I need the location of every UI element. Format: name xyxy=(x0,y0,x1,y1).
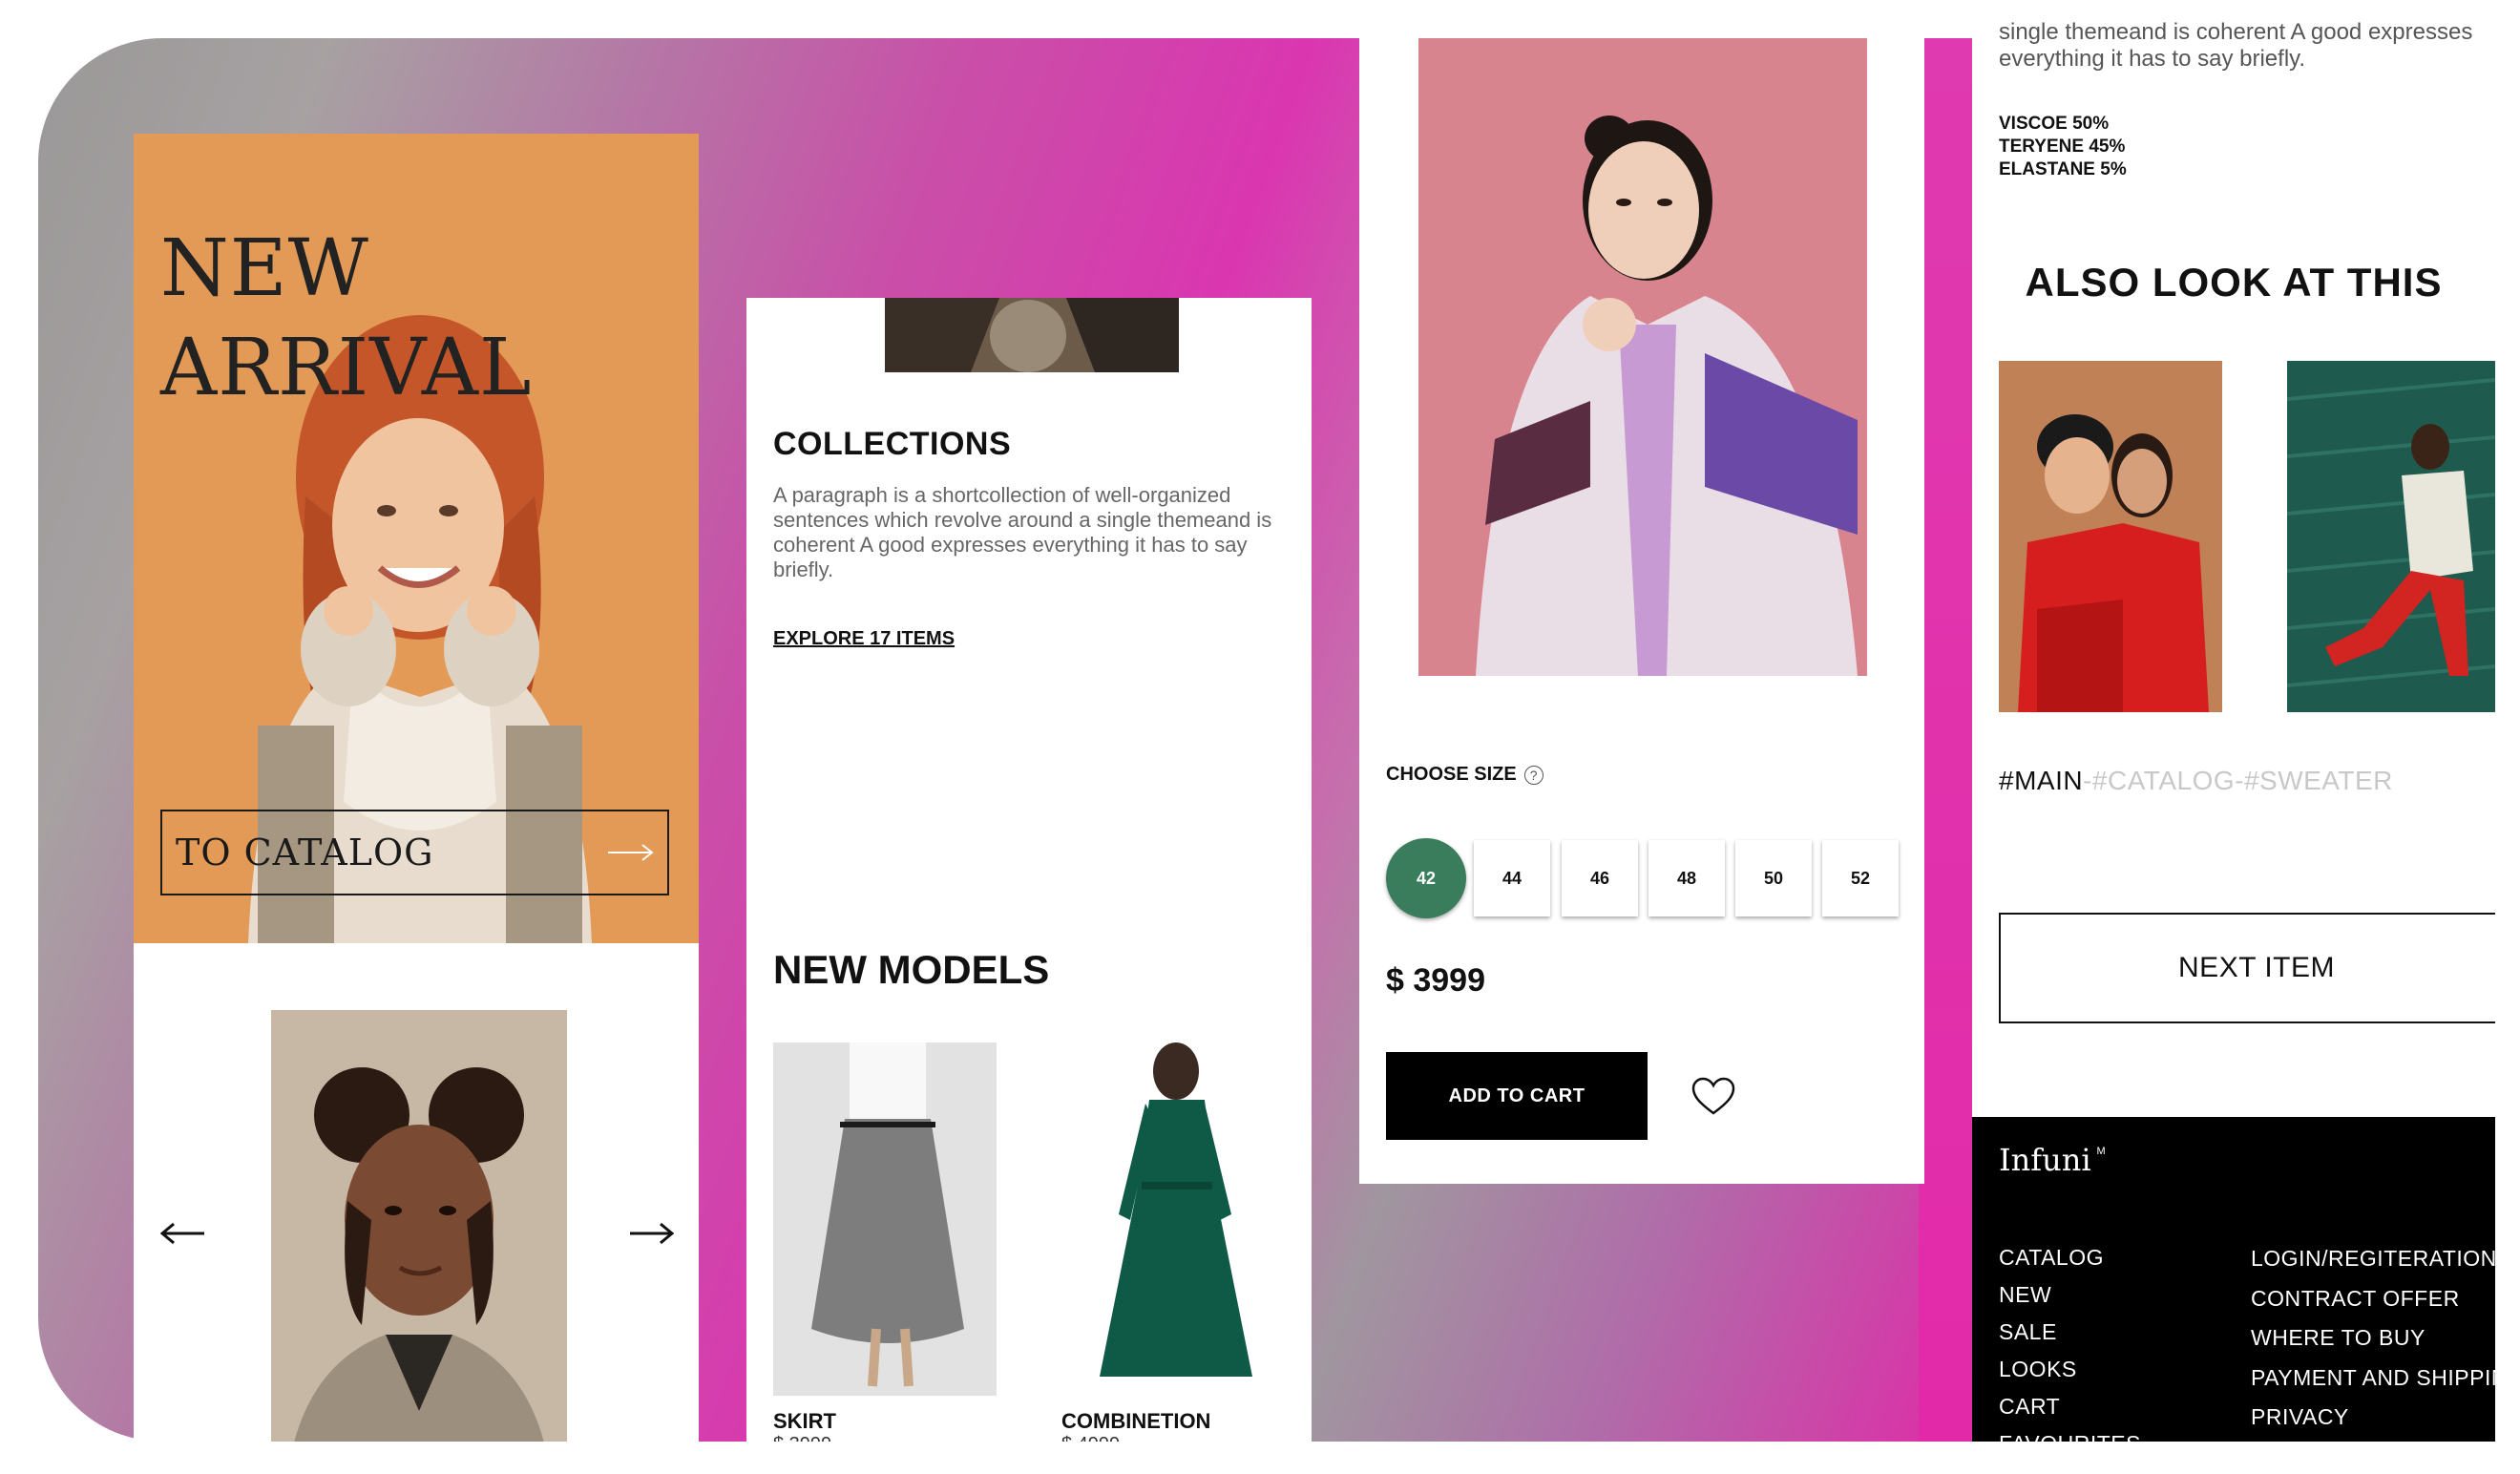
new-models-title: NEW MODELS xyxy=(773,947,1050,992)
footer-link[interactable]: CONTRACT OFFER xyxy=(2251,1279,2495,1319)
to-catalog-button[interactable]: TO CATALOG xyxy=(160,810,669,895)
site-footer: Infuni M CATALOG NEW SALE LOOKS CART FAV… xyxy=(1972,1117,2495,1442)
carousel-model-photo xyxy=(271,1010,567,1442)
product-card-combination[interactable] xyxy=(1061,1042,1285,1396)
composition-list: VISCOE 50% TERYENE 45% ELASTANE 5% xyxy=(1999,113,2127,181)
composition-item: TERYENE 45% xyxy=(1999,137,2126,157)
details-paragraph-line2: everything it has to say briefly. xyxy=(1999,46,2306,72)
hero-banner: NEW ARRIVAL TO CATALOG xyxy=(134,134,699,943)
related-look-photo[interactable] xyxy=(1999,361,2222,712)
model-carousel xyxy=(134,943,699,1442)
footer-link[interactable]: SALE xyxy=(1999,1314,2141,1351)
collections-paragraph: A paragraph is a shortcollection of well… xyxy=(773,483,1272,581)
breadcrumb-main[interactable]: #MAIN xyxy=(1999,766,2083,795)
footer-link[interactable]: PAYMENT AND SHIPPING xyxy=(2251,1358,2495,1399)
skirt-photo xyxy=(773,1042,997,1396)
size-option-48[interactable]: 48 xyxy=(1648,840,1725,916)
size-option-44[interactable]: 44 xyxy=(1474,840,1550,916)
footer-link[interactable]: LOOKS xyxy=(1999,1351,2141,1388)
composition-item: ELASTANE 5% xyxy=(1999,159,2127,179)
logo-mark: M xyxy=(2096,1146,2106,1157)
arrow-right-icon xyxy=(608,844,654,861)
breadcrumb-rest[interactable]: -#CATALOG-#SWEATER xyxy=(2083,766,2393,795)
breadcrumb: #MAIN-#CATALOG-#SWEATER xyxy=(1999,766,2393,796)
footer-link[interactable]: CATALOG xyxy=(1999,1239,2141,1276)
footer-link[interactable]: LOGIN/REGITERATION xyxy=(2251,1239,2495,1279)
to-catalog-label: TO CATALOG xyxy=(176,832,434,874)
next-item-button[interactable]: NEXT ITEM xyxy=(1999,913,2495,1023)
explore-items-link[interactable]: EXPLORE 17 ITEMS xyxy=(773,628,955,650)
hero-title: NEW ARRIVAL xyxy=(160,220,532,418)
footer-link[interactable]: FAVOURITES xyxy=(1999,1425,2141,1442)
product-model-photo xyxy=(1418,38,1867,676)
frame-bottom-margin xyxy=(0,1442,2520,1474)
footer-column-shop: CATALOG NEW SALE LOOKS CART FAVOURITES xyxy=(1999,1239,2141,1442)
composition-item: VISCOE 50% xyxy=(1999,114,2110,134)
size-option-52[interactable]: 52 xyxy=(1822,840,1899,916)
hero-title-line1: NEW xyxy=(160,223,369,314)
footer-link[interactable]: PRIVACY xyxy=(2251,1398,2495,1438)
heart-icon[interactable] xyxy=(1691,1077,1735,1117)
dress-photo xyxy=(1061,1042,1285,1396)
details-paragraph: single themeand is coherent A good expre… xyxy=(1999,19,2472,73)
logo-text: Infuni xyxy=(1999,1142,2091,1178)
footer-link[interactable]: CART xyxy=(1999,1388,2141,1425)
details-paragraph-line1: single themeand is coherent A good expre… xyxy=(1999,19,2473,45)
size-option-50[interactable]: 50 xyxy=(1735,840,1812,916)
details-card: single themeand is coherent A good expre… xyxy=(1972,0,2495,1442)
hero-title-line2: ARRIVAL xyxy=(160,323,533,413)
footer-logo[interactable]: Infuni M xyxy=(1999,1142,2106,1178)
product-detail-card: CHOOSE SIZE ? 42 44 46 48 50 52 $ 3999 A… xyxy=(1359,38,1924,1184)
help-icon[interactable]: ? xyxy=(1523,765,1544,785)
collections-card: COLLECTIONS A paragraph is a shortcollec… xyxy=(746,298,1312,1442)
related-look-photo[interactable] xyxy=(2287,361,2495,712)
product-name-skirt: SKIRT xyxy=(773,1409,836,1433)
also-look-title: ALSO LOOK AT THIS xyxy=(2025,260,2443,305)
arrow-left-icon[interactable] xyxy=(160,1222,206,1245)
footer-link[interactable]: WHERE TO BUY xyxy=(2251,1318,2495,1358)
arrow-right-icon[interactable] xyxy=(628,1222,674,1245)
choose-size-text: CHOOSE SIZE xyxy=(1386,764,1517,785)
frame-right-margin xyxy=(2495,0,2520,1474)
size-option-46[interactable]: 46 xyxy=(1562,840,1638,916)
footer-column-info: LOGIN/REGITERATION CONTRACT OFFER WHERE … xyxy=(2251,1239,2495,1438)
add-to-cart-button[interactable]: ADD TO CART xyxy=(1386,1052,1648,1140)
choose-size-label: CHOOSE SIZE ? xyxy=(1386,764,1544,786)
product-price-skirt: $ 3999 xyxy=(773,1434,831,1442)
footer-link[interactable]: NEW xyxy=(1999,1276,2141,1314)
product-name-combination: COMBINETION xyxy=(1061,1409,1211,1433)
collection-cover-photo xyxy=(885,298,1179,372)
collections-title: COLLECTIONS xyxy=(773,426,1012,462)
product-price-combination: $ 4999 xyxy=(1061,1434,1120,1442)
size-option-42[interactable]: 42 xyxy=(1386,838,1466,918)
product-price: $ 3999 xyxy=(1386,962,1485,999)
product-card-skirt[interactable] xyxy=(773,1042,997,1396)
